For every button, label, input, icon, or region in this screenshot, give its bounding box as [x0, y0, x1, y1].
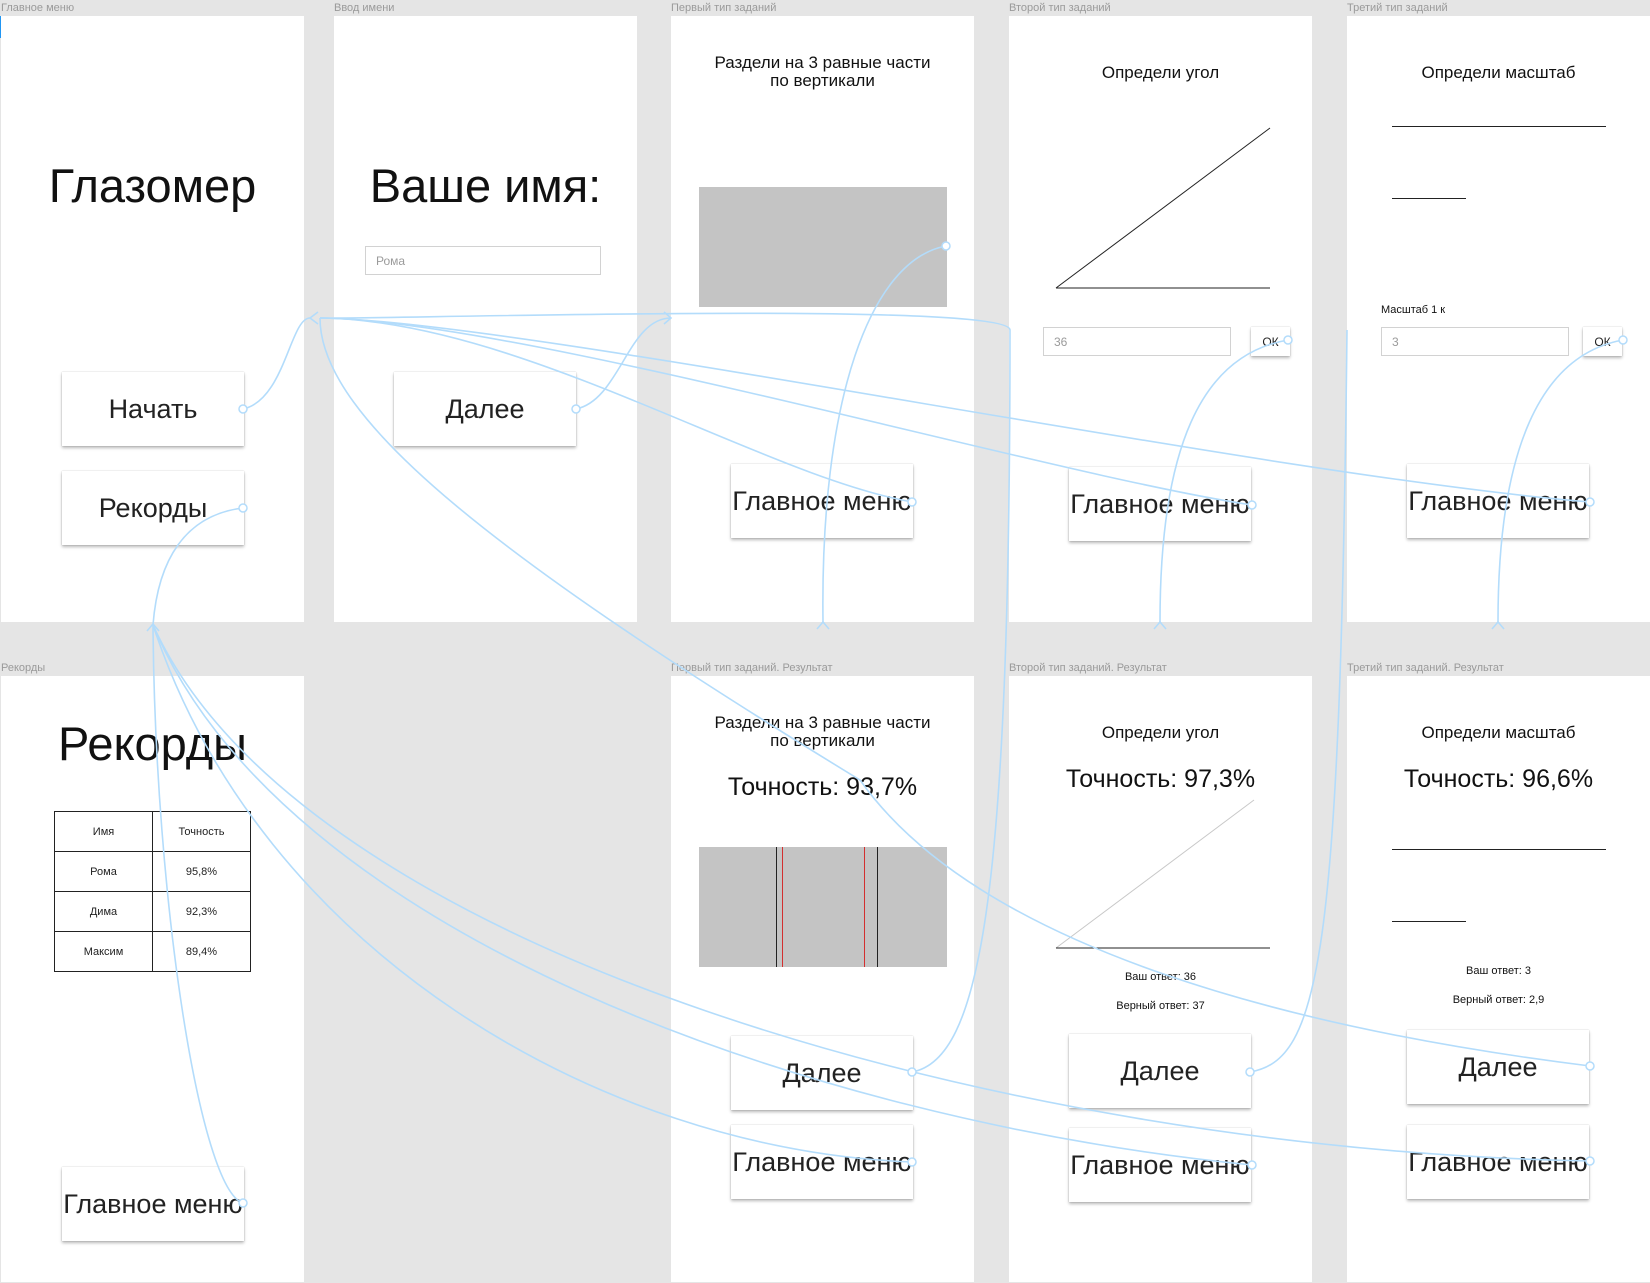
main-menu-frame: Глазомер Начать Рекорды — [1, 16, 304, 622]
task2-frame: Определи угол 36 ОК Главное меню — [1009, 16, 1312, 622]
division-block[interactable] — [699, 187, 947, 307]
task1-title-line2: по вертикали — [770, 71, 875, 90]
name-title: Ваше имя: — [369, 159, 602, 212]
user-divider — [864, 847, 865, 967]
task2-result-frame: Определи угол Точность: 97,3% Ваш ответ:… — [1009, 676, 1312, 1282]
frame-label-name-input: Ввод имени — [334, 2, 395, 14]
frame-label-records: Рекорды — [1, 662, 46, 674]
task3-title: Определи масштаб — [1421, 63, 1576, 82]
task1-next-button[interactable]: Далее — [731, 1036, 913, 1110]
angle-figure — [1055, 127, 1271, 289]
app-title: Глазомер — [48, 159, 257, 212]
link-arrowhead — [816, 620, 830, 630]
link-arrowhead — [663, 311, 673, 325]
table-row: Максим 89,4% — [54, 931, 251, 972]
frame-label-task1: Первый тип заданий — [671, 2, 777, 14]
start-button[interactable]: Начать — [62, 372, 244, 446]
cell-name: Максим — [54, 931, 153, 972]
task1-title: Раздели на 3 равные части по вертикали — [671, 54, 974, 90]
frame-label-task3-result: Третий тип заданий. Результат — [1347, 662, 1504, 674]
cell-accuracy: 89,4% — [152, 931, 251, 972]
link-arrowhead — [1491, 620, 1505, 630]
correct-angle-ray — [1055, 799, 1255, 949]
next-button[interactable]: Далее — [394, 372, 576, 446]
table-row: Рома 95,8% — [54, 851, 251, 892]
short-segment — [1392, 198, 1466, 199]
task2-main-menu-button[interactable]: Главное меню — [1069, 467, 1251, 541]
task3-ok-button[interactable]: ОК — [1583, 327, 1622, 356]
task2-ok-button[interactable]: ОК — [1251, 327, 1290, 356]
frame-label-main-menu: Главное меню — [1, 2, 75, 14]
correct-answer: Верный ответ: 2,9 — [1452, 994, 1545, 1006]
frame-label-task2: Второй тип заданий — [1009, 2, 1111, 14]
task3-main-menu-button[interactable]: Главное меню — [1407, 464, 1589, 538]
link-arrowhead — [308, 311, 319, 325]
angle-ray — [1055, 127, 1271, 289]
records-table: Имя Точность Рома 95,8% Дима 92,3% Макси… — [54, 811, 251, 972]
task3-frame: Определи масштаб Масштаб 1 к 3 ОК Главно… — [1347, 16, 1650, 622]
records-title: Рекорды — [58, 717, 247, 770]
angle-result-figure — [1055, 799, 1270, 949]
records-main-menu-button[interactable]: Главное меню — [62, 1167, 244, 1241]
division-result-block — [699, 847, 947, 967]
link-arrowhead — [146, 622, 160, 632]
name-field[interactable]: Рома — [365, 246, 601, 275]
task1-frame: Раздели на 3 равные части по вертикали Г… — [671, 16, 974, 622]
task1-main-menu-button[interactable]: Главное меню — [731, 464, 913, 538]
task3-result-frame: Определи масштаб Точность: 96,6% Ваш отв… — [1347, 676, 1650, 1282]
cell-accuracy: 92,3% — [152, 891, 251, 932]
correct-answer: Верный ответ: 37 — [1116, 1000, 1205, 1012]
task1-result-main-menu-button[interactable]: Главное меню — [731, 1125, 913, 1199]
records-frame: Рекорды Имя Точность Рома 95,8% Дима 92,… — [1, 676, 304, 1282]
table-header-row: Имя Точность — [54, 811, 251, 852]
task1-result-title-line1: Раздели на 3 равные части — [714, 713, 931, 732]
table-row: Дима 92,3% — [54, 891, 251, 932]
task1-accuracy: Точность: 93,7% — [727, 773, 918, 801]
angle-field[interactable]: 36 — [1043, 327, 1231, 356]
name-input-frame: Ваше имя: Рома Далее — [334, 16, 637, 622]
task3-result-main-menu-button[interactable]: Главное меню — [1407, 1125, 1589, 1199]
task1-title-line1: Раздели на 3 равные части — [714, 53, 931, 72]
records-button[interactable]: Рекорды — [62, 471, 244, 545]
frame-label-task3: Третий тип заданий — [1347, 2, 1448, 14]
task1-result-title-line2: по вертикали — [770, 731, 875, 750]
frame-label-task2-result: Второй тип заданий. Результат — [1009, 662, 1167, 674]
long-segment — [1392, 849, 1606, 850]
link-arrowhead — [1153, 620, 1167, 630]
short-segment — [1392, 921, 1466, 922]
long-segment — [1392, 126, 1606, 127]
task3-next-button[interactable]: Далее — [1407, 1030, 1589, 1104]
cell-name: Дима — [54, 891, 153, 932]
scale-caption: Масштаб 1 к — [1381, 304, 1446, 316]
scale-field[interactable]: 3 — [1381, 327, 1569, 356]
header-name: Имя — [54, 811, 153, 852]
your-answer: Ваш ответ: 36 — [1124, 971, 1197, 983]
task1-result-frame: Раздели на 3 равные части по вертикали Т… — [671, 676, 974, 1282]
task3-accuracy: Точность: 96,6% — [1403, 765, 1594, 793]
header-accuracy: Точность — [152, 811, 251, 852]
task1-result-title: Раздели на 3 равные части по вертикали — [671, 714, 974, 750]
frame-label-task1-result: Первый тип заданий. Результат — [671, 662, 833, 674]
task2-result-main-menu-button[interactable]: Главное меню — [1069, 1128, 1251, 1202]
correct-divider — [776, 847, 777, 967]
task3-result-title: Определи масштаб — [1421, 723, 1576, 742]
user-divider — [782, 847, 783, 967]
correct-divider — [877, 847, 878, 967]
task2-next-button[interactable]: Далее — [1069, 1034, 1251, 1108]
cell-accuracy: 95,8% — [152, 851, 251, 892]
your-answer: Ваш ответ: 3 — [1466, 965, 1531, 977]
cell-name: Рома — [54, 851, 153, 892]
